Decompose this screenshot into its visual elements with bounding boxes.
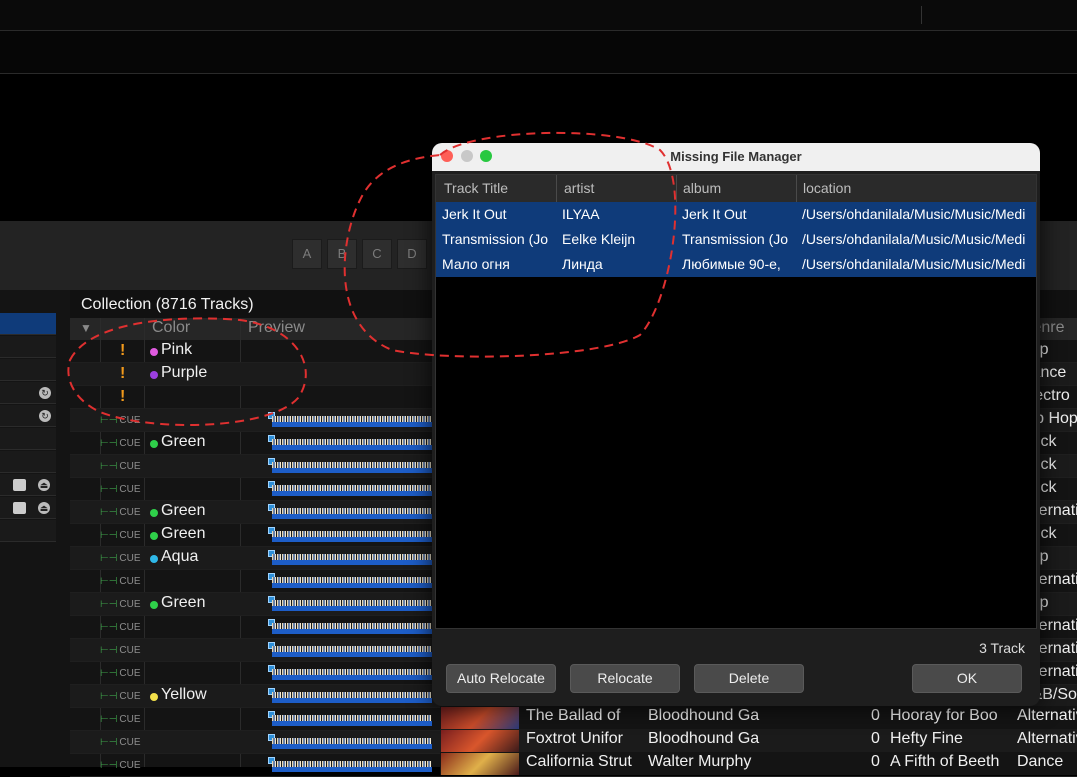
annotation-circle-missing-rows <box>67 317 307 426</box>
annotation-circle-dialog-header <box>343 131 677 358</box>
annotation-overlay <box>67 131 677 426</box>
